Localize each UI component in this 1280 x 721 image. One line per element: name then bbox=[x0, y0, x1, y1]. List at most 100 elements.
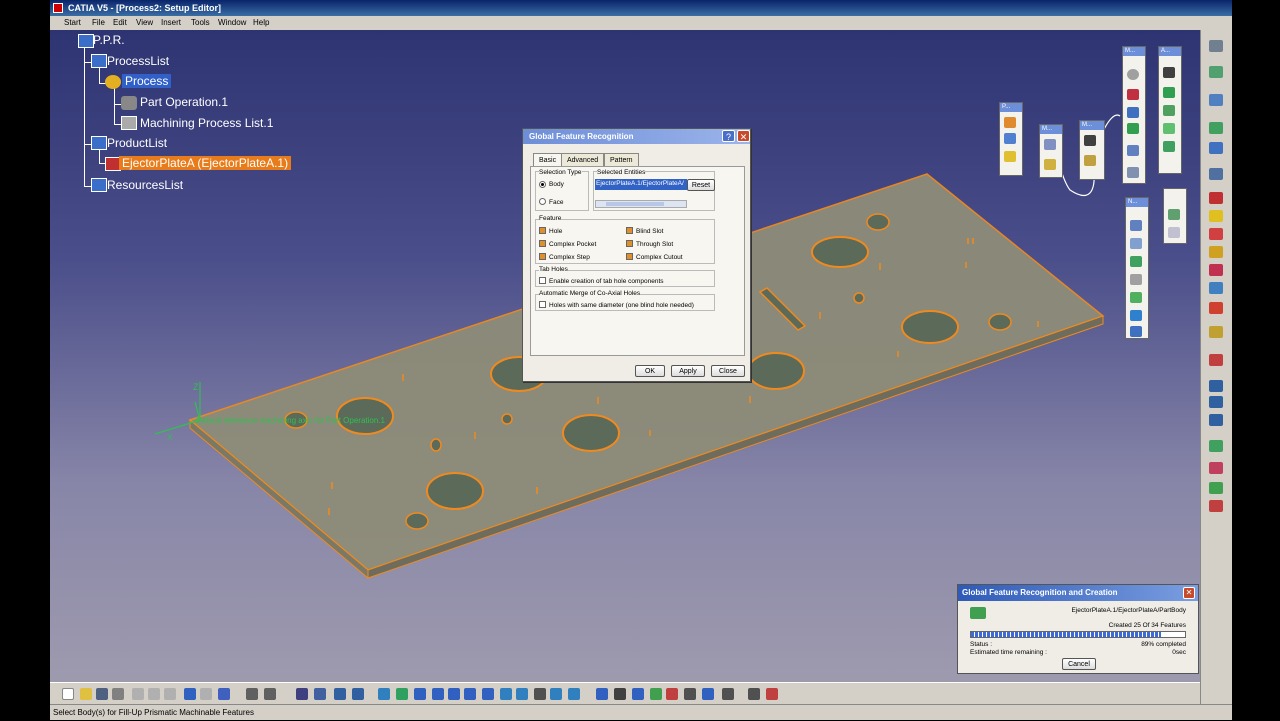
tab-basic[interactable]: Basic bbox=[533, 153, 563, 167]
tree-node-machining-list[interactable]: Machining Process List.1 bbox=[140, 116, 273, 130]
zoom-out-icon[interactable] bbox=[464, 688, 476, 700]
tool-icon[interactable] bbox=[1163, 123, 1175, 134]
complex-step-checkbox[interactable] bbox=[539, 253, 546, 260]
tool-icon[interactable] bbox=[1130, 220, 1142, 231]
tree-node-product-list[interactable]: ProductList bbox=[107, 136, 167, 150]
pocket-icon[interactable] bbox=[1127, 89, 1139, 100]
feature-icon[interactable] bbox=[1127, 145, 1139, 156]
tool-icon[interactable] bbox=[722, 688, 734, 700]
tool-icon[interactable] bbox=[1209, 500, 1223, 512]
redo-icon[interactable] bbox=[200, 688, 212, 700]
tool-icon[interactable] bbox=[702, 688, 714, 700]
tool-icon[interactable] bbox=[1130, 256, 1142, 267]
tool-icon[interactable] bbox=[1163, 141, 1175, 152]
grid-icon[interactable] bbox=[1004, 151, 1016, 162]
pan-icon[interactable] bbox=[414, 688, 426, 700]
tool-icon[interactable] bbox=[1163, 105, 1175, 116]
tool-icon[interactable] bbox=[1209, 40, 1223, 52]
tool-icon[interactable] bbox=[1163, 67, 1175, 78]
feature-icon[interactable] bbox=[1127, 107, 1139, 118]
tool-icon[interactable] bbox=[378, 688, 390, 700]
menu-tools[interactable]: Tools bbox=[191, 16, 210, 30]
hole-checkbox[interactable] bbox=[539, 227, 546, 234]
menu-insert[interactable]: Insert bbox=[161, 16, 181, 30]
tool-icon[interactable] bbox=[1004, 133, 1016, 144]
print-icon[interactable] bbox=[112, 688, 124, 700]
tool-icon[interactable] bbox=[1130, 310, 1142, 321]
tool-icon[interactable] bbox=[1209, 192, 1223, 204]
tool-icon[interactable] bbox=[1004, 117, 1016, 128]
save-icon[interactable] bbox=[96, 688, 108, 700]
tool-icon[interactable] bbox=[1209, 168, 1223, 180]
formula-icon[interactable] bbox=[246, 688, 258, 700]
tool-icon[interactable] bbox=[314, 688, 326, 700]
tool-icon[interactable] bbox=[1209, 264, 1223, 276]
tool-icon[interactable] bbox=[1209, 354, 1223, 366]
menu-edit[interactable]: Edit bbox=[113, 16, 127, 30]
rotate-icon[interactable] bbox=[432, 688, 444, 700]
tool-icon[interactable] bbox=[666, 688, 678, 700]
tree-node-process-list[interactable]: ProcessList bbox=[107, 54, 169, 68]
tool-icon[interactable] bbox=[632, 688, 644, 700]
tool-icon[interactable] bbox=[650, 688, 662, 700]
render-icon[interactable] bbox=[534, 688, 546, 700]
tool-icon[interactable] bbox=[1209, 326, 1223, 338]
tool-icon[interactable] bbox=[1168, 227, 1180, 238]
merge-checkbox[interactable] bbox=[539, 301, 546, 308]
close-icon[interactable]: ✕ bbox=[1183, 587, 1195, 599]
tree-node-part-operation[interactable]: Part Operation.1 bbox=[140, 95, 228, 109]
tree-node-ppr[interactable]: P.P.R. bbox=[93, 33, 125, 47]
through-slot-checkbox[interactable] bbox=[626, 240, 633, 247]
tool-icon[interactable] bbox=[1209, 302, 1223, 314]
tool-icon[interactable] bbox=[352, 688, 364, 700]
tool-icon[interactable] bbox=[614, 688, 626, 700]
tool-icon[interactable] bbox=[1209, 210, 1223, 222]
tool-icon[interactable] bbox=[1130, 274, 1142, 285]
blind-slot-checkbox[interactable] bbox=[626, 227, 633, 234]
tool-icon[interactable] bbox=[1044, 139, 1056, 150]
complex-pocket-checkbox[interactable] bbox=[539, 240, 546, 247]
menu-window[interactable]: Window bbox=[218, 16, 246, 30]
fit-all-icon[interactable] bbox=[396, 688, 408, 700]
face-radio[interactable] bbox=[539, 198, 546, 205]
tool-icon[interactable] bbox=[1163, 87, 1175, 98]
help-icon[interactable] bbox=[218, 688, 230, 700]
swap-icon[interactable] bbox=[568, 688, 580, 700]
tool-icon[interactable] bbox=[1168, 209, 1180, 220]
new-icon[interactable] bbox=[62, 688, 74, 700]
selected-entities-list[interactable]: EjectorPlateA.1/EjectorPlateA/ bbox=[595, 179, 687, 190]
tool-icon[interactable] bbox=[1209, 482, 1223, 494]
comment-icon[interactable] bbox=[264, 688, 276, 700]
tool-icon[interactable] bbox=[684, 688, 696, 700]
reset-button[interactable]: Reset bbox=[687, 179, 715, 191]
tool-icon[interactable] bbox=[1209, 462, 1223, 474]
tool-icon[interactable] bbox=[1044, 159, 1056, 170]
tree-node-resources[interactable]: ResourcesList bbox=[107, 178, 183, 192]
menu-file[interactable]: File bbox=[92, 16, 105, 30]
tool-icon[interactable] bbox=[1084, 135, 1096, 146]
close-button[interactable]: Close bbox=[711, 365, 745, 377]
help-icon[interactable]: ? bbox=[722, 130, 735, 142]
drill-icon[interactable] bbox=[1127, 69, 1139, 80]
paste-icon[interactable] bbox=[164, 688, 176, 700]
tool-icon[interactable] bbox=[1084, 155, 1096, 166]
tool-icon[interactable] bbox=[1209, 142, 1223, 154]
view-icon[interactable] bbox=[500, 688, 512, 700]
tool-icon[interactable] bbox=[1130, 238, 1142, 249]
normal-view-icon[interactable] bbox=[482, 688, 494, 700]
apply-button[interactable]: Apply bbox=[671, 365, 705, 377]
close-icon[interactable]: ✕ bbox=[737, 130, 750, 142]
table-icon[interactable] bbox=[296, 688, 308, 700]
open-icon[interactable] bbox=[80, 688, 92, 700]
tab-holes-checkbox[interactable] bbox=[539, 277, 546, 284]
ok-button[interactable]: OK bbox=[635, 365, 665, 377]
zoom-in-icon[interactable] bbox=[448, 688, 460, 700]
tool-icon[interactable] bbox=[1209, 414, 1223, 426]
menu-start[interactable]: Start bbox=[64, 16, 81, 30]
cut-icon[interactable] bbox=[132, 688, 144, 700]
menu-view[interactable]: View bbox=[136, 16, 153, 30]
cancel-button[interactable]: Cancel bbox=[1062, 658, 1096, 670]
copy-icon[interactable] bbox=[148, 688, 160, 700]
undo-icon[interactable] bbox=[184, 688, 196, 700]
tool-icon[interactable] bbox=[1130, 292, 1142, 303]
